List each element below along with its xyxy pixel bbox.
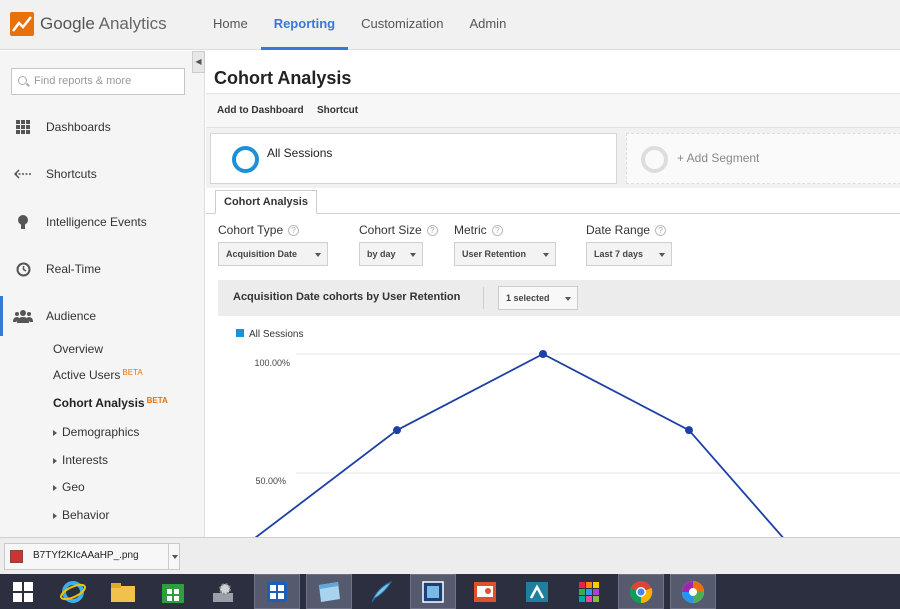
sidebar-item-label: Shortcuts [46,167,97,181]
nav-customization[interactable]: Customization [348,0,456,50]
people-icon [0,309,46,323]
download-item[interactable]: B7TYf2KIcAAaHP_.png [4,543,180,570]
taskbar-picture-app[interactable] [410,574,456,609]
google-analytics-logo[interactable]: Google Analytics [10,12,167,36]
apps-grid-icon [579,581,599,602]
search-icon [18,76,27,85]
sidebar-item-label: Dashboards [46,120,111,134]
legend-swatch [236,329,244,337]
download-menu-button[interactable] [168,544,180,569]
taskbar-presentation-app[interactable] [462,574,508,609]
download-filename: B7TYf2KIcAAaHP_.png [33,550,139,561]
main-content: Cohort Analysis Add to Dashboard Shortcu… [206,51,900,537]
taskbar-control-panel[interactable] [254,574,300,609]
y-tick-label-50: 50.00% [255,476,286,486]
taskbar-quill-app[interactable] [358,574,404,609]
sidebar: Find reports & more Dashboards Shortcuts… [0,51,205,537]
beta-badge: BETA [146,396,168,405]
sidebar-item-realtime[interactable]: Real-Time [0,249,204,289]
picture-frame-icon [422,580,444,603]
sidebar-sub-demographics[interactable]: Demographics [53,425,139,439]
taskbar-picasa[interactable] [670,574,716,609]
taskbar-document-app[interactable] [306,574,352,609]
top-bar: Google Analytics Home Reporting Customiz… [0,0,900,50]
search-placeholder: Find reports & more [34,75,132,87]
beta-badge: BETA [122,368,143,377]
lightbulb-icon [0,214,46,230]
sidebar-item-label: Intelligence Events [46,215,147,229]
data-point[interactable] [685,426,693,435]
windows-logo-icon [13,581,33,602]
logo-text: Google Analytics [40,14,167,33]
picasa-icon [682,580,704,603]
gear-icon [213,582,233,602]
sidebar-sub-interests[interactable]: Interests [53,453,108,467]
data-point[interactable] [539,350,547,358]
presentation-app-icon [474,581,496,602]
taskbar-chrome[interactable] [618,574,664,609]
expand-caret-icon [53,457,57,464]
download-bar: B7TYf2KIcAAaHP_.png [0,537,900,574]
taskbar-apps-grid[interactable] [566,574,612,609]
chrome-icon [629,580,653,603]
sidebar-item-dashboards[interactable]: Dashboards [0,107,204,147]
series-line [254,352,784,537]
start-button[interactable] [0,574,46,609]
nav-admin[interactable]: Admin [456,0,519,50]
sidebar-item-audience[interactable]: Audience [0,296,204,336]
dashboards-icon [0,120,46,134]
taskbar-hyperv-app[interactable] [514,574,560,609]
taskbar-internet-explorer[interactable] [50,574,96,609]
sidebar-item-shortcuts[interactable]: Shortcuts [0,154,204,194]
store-icon [162,583,184,603]
taskbar-settings-app[interactable] [200,574,246,609]
expand-caret-icon [53,484,57,491]
cohort-line-chart: All Sessions 100.00% 50.00% [236,329,900,537]
data-point[interactable] [393,426,401,435]
main-nav: Home Reporting Customization Admin [200,0,519,50]
arrow-app-icon [526,581,548,602]
analytics-logo-icon [10,12,34,36]
document-app-icon [319,581,340,602]
expand-caret-icon [53,429,57,436]
nav-reporting[interactable]: Reporting [260,0,349,50]
sidebar-sub-overview[interactable]: Overview [53,342,103,356]
sidebar-item-label: Audience [46,309,97,323]
image-file-icon [10,550,23,563]
series-points [393,350,693,435]
y-tick-label-100: 100.00% [254,358,290,368]
legend-label: All Sessions [249,329,303,340]
windows-taskbar [0,574,900,609]
sidebar-sub-geo[interactable]: Geo [53,480,85,494]
sidebar-item-intelligence[interactable]: Intelligence Events [0,202,204,242]
taskbar-file-explorer[interactable] [100,574,146,609]
quill-pen-icon [371,580,393,602]
nav-home[interactable]: Home [200,0,261,50]
sidebar-sub-behavior[interactable]: Behavior [53,508,109,522]
taskbar-store[interactable] [150,574,196,609]
sidebar-sub-cohort-analysis[interactable]: Cohort Analysis BETA [53,396,168,410]
clock-icon [0,262,46,277]
control-panel-icon [267,581,287,602]
sidebar-sub-active-users[interactable]: Active Users BETA [53,368,143,382]
sidebar-item-label: Real-Time [46,262,101,276]
folder-icon [111,582,135,602]
sidebar-collapse-button[interactable]: ◀ [192,51,205,73]
search-input[interactable]: Find reports & more [11,68,185,95]
internet-explorer-icon [60,580,86,603]
expand-caret-icon [53,512,57,519]
shortcuts-icon [0,169,46,179]
